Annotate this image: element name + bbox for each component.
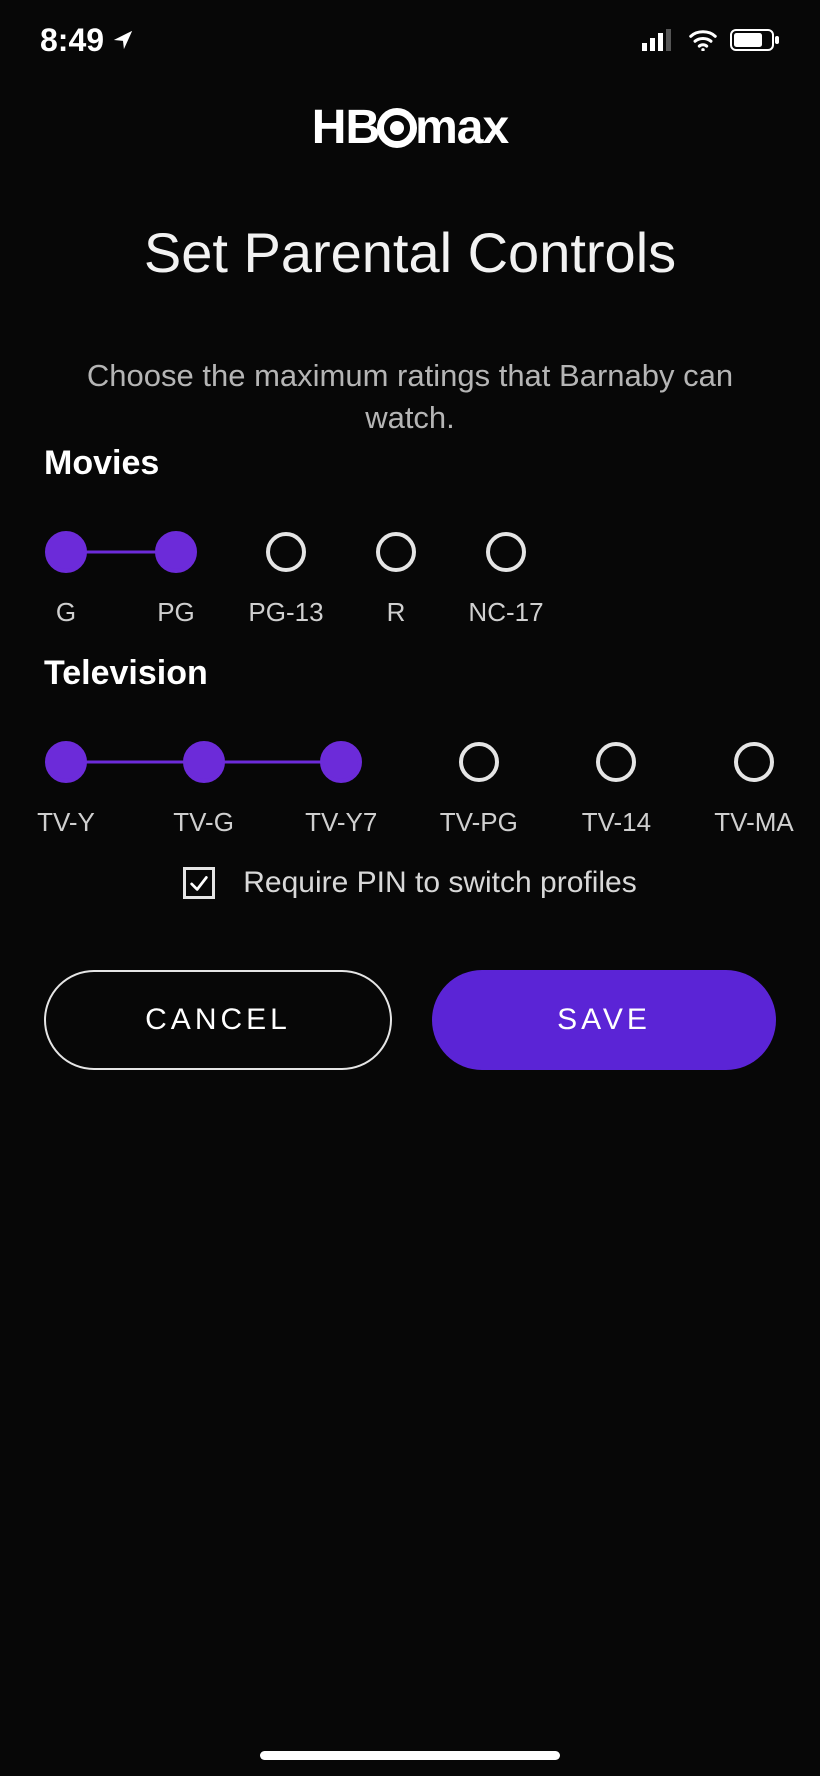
battery-icon	[730, 28, 780, 52]
page-subtitle: Choose the maximum ratings that Barnaby …	[0, 355, 820, 439]
page-title: Set Parental Controls	[0, 220, 820, 285]
action-button-row: CANCEL SAVE	[44, 970, 776, 1070]
status-bar: 8:49	[0, 0, 820, 80]
television-rating-label: TV-Y	[37, 807, 95, 838]
television-rating-label: TV-Y7	[305, 807, 377, 838]
wifi-icon	[688, 29, 718, 51]
television-rating-dot-tvy7[interactable]	[320, 741, 362, 783]
movies-heading: Movies	[44, 444, 776, 483]
save-button[interactable]: SAVE	[432, 970, 776, 1070]
cellular-signal-icon	[642, 29, 676, 51]
status-bar-left: 8:49	[40, 22, 134, 59]
home-indicator[interactable]	[260, 1751, 560, 1760]
movies-rating-dot-r[interactable]	[376, 532, 416, 572]
cancel-button[interactable]: CANCEL	[44, 970, 392, 1070]
movies-labels-row: G PG PG-13 R NC-17	[44, 597, 776, 637]
television-rating-label: TV-G	[173, 807, 234, 838]
movies-rating-dot-g[interactable]	[45, 531, 87, 573]
television-rating-dot-tvg[interactable]	[183, 741, 225, 783]
app-logo: HB max	[0, 100, 820, 155]
checkmark-icon	[188, 872, 210, 894]
require-pin-label: Require PIN to switch profiles	[243, 866, 637, 900]
television-rating-label: TV-14	[582, 807, 651, 838]
movies-rating-label: R	[387, 597, 406, 628]
movies-rating-label: G	[56, 597, 76, 628]
logo-hb-text: HB	[312, 100, 379, 155]
logo-max-text: max	[415, 100, 508, 155]
require-pin-row: Require PIN to switch profiles	[0, 866, 820, 900]
television-rating-dot-tvma[interactable]	[734, 742, 774, 782]
movies-rating-dot-pg13[interactable]	[266, 532, 306, 572]
movies-slider[interactable]	[44, 527, 776, 577]
television-rating-label: TV-MA	[714, 807, 793, 838]
television-heading: Television	[44, 654, 776, 693]
movies-rating-dot-pg[interactable]	[155, 531, 197, 573]
television-slider[interactable]	[44, 737, 776, 787]
movies-rating-dot-nc17[interactable]	[486, 532, 526, 572]
movies-section: Movies G PG PG-13 R NC-17	[44, 444, 776, 637]
logo-o-icon	[377, 108, 417, 148]
movies-rating-label: NC-17	[468, 597, 543, 628]
movies-rating-label: PG	[157, 597, 195, 628]
location-icon	[112, 29, 134, 51]
television-section: Television TV-YTV-GTV-Y7TV-PGTV-14TV-MA	[44, 654, 776, 847]
require-pin-checkbox[interactable]	[183, 867, 215, 899]
television-labels-row: TV-YTV-GTV-Y7TV-PGTV-14TV-MA	[44, 807, 776, 847]
television-rating-label: TV-PG	[440, 807, 518, 838]
status-bar-right	[642, 28, 780, 52]
television-rating-dot-tvpg[interactable]	[459, 742, 499, 782]
movies-rating-label: PG-13	[248, 597, 323, 628]
television-rating-dot-tv14[interactable]	[596, 742, 636, 782]
television-rating-dot-tvy[interactable]	[45, 741, 87, 783]
status-bar-time: 8:49	[40, 22, 104, 59]
